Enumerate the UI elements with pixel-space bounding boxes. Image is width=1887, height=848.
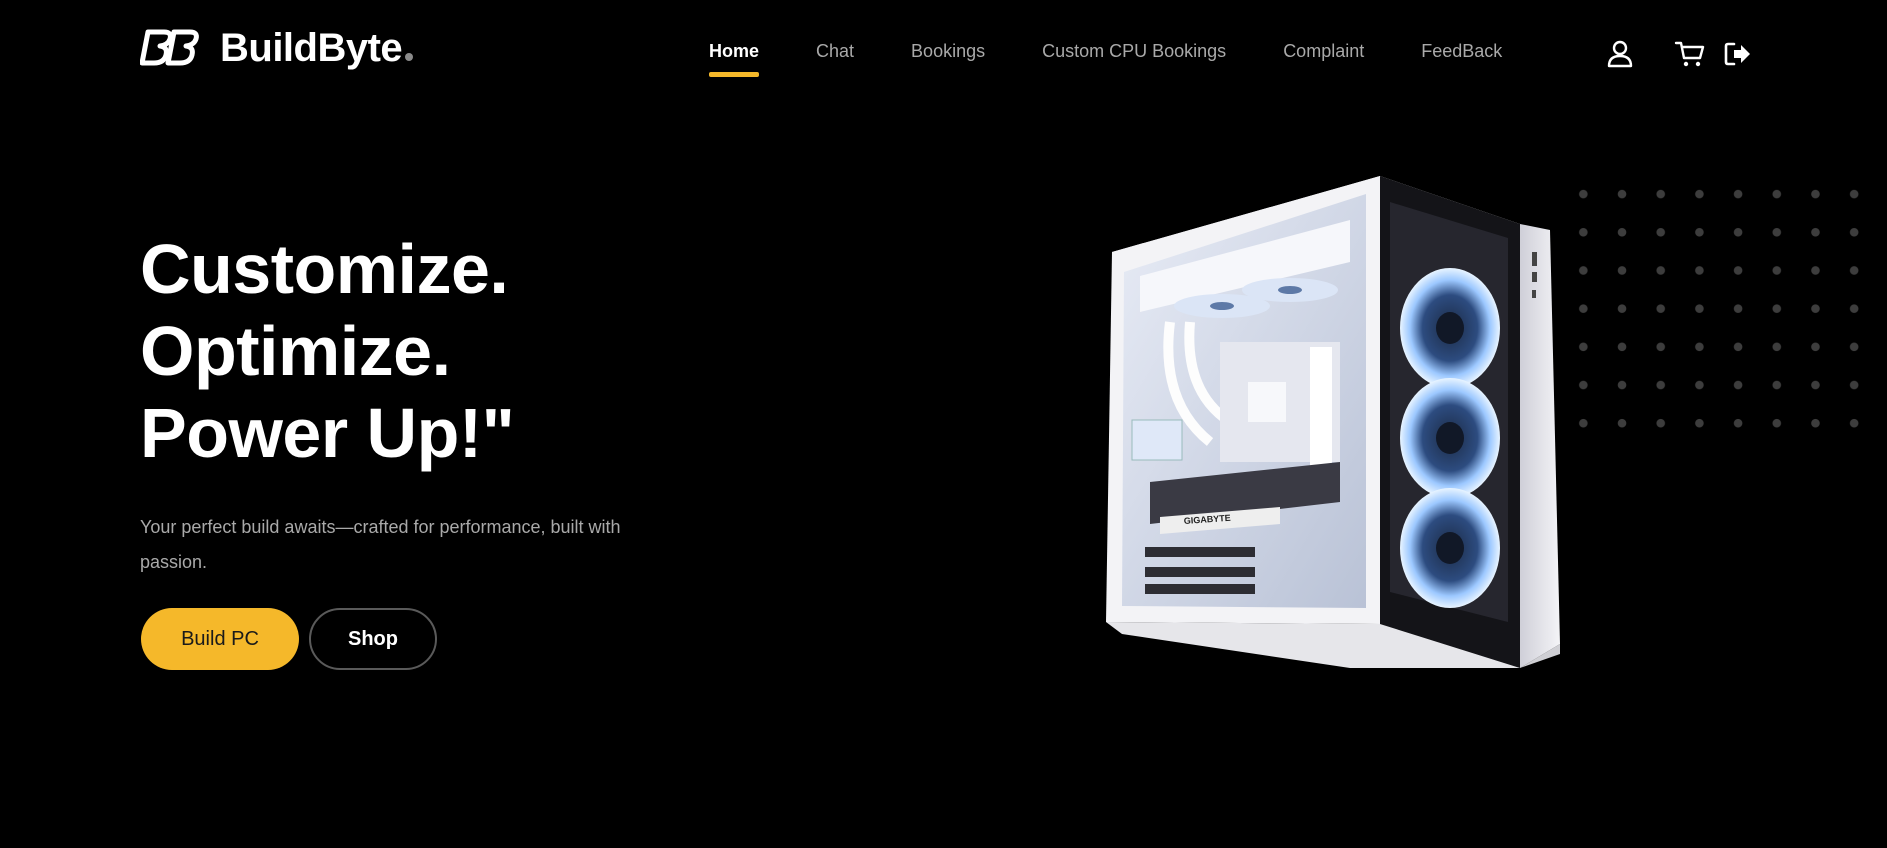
hero-line-3: Power Up!" [140, 394, 515, 472]
shop-button[interactable]: Shop [309, 608, 437, 670]
nav-item-home[interactable]: Home [709, 40, 760, 77]
main-nav: Home Chat Bookings Custom CPU Bookings C… [709, 40, 1559, 77]
hero-line-2: Optimize. [140, 312, 451, 390]
hero-line-1: Customize. [140, 230, 509, 308]
nav-item-complaint[interactable]: Complaint [1283, 40, 1364, 62]
logout-icon[interactable] [1722, 38, 1754, 70]
hero-subtitle: Your perfect build awaits—crafted for pe… [140, 517, 621, 572]
nav-item-chat[interactable]: Chat [816, 40, 854, 62]
hero-title: Customize. Optimize. Power Up!" [140, 228, 515, 474]
page: BuildByte Home Chat Bookings Custom CPU … [0, 0, 1887, 848]
cart-icon[interactable] [1674, 38, 1706, 70]
brand-name: BuildByte [220, 28, 414, 68]
header-actions [1604, 38, 1754, 70]
nav-item-bookings[interactable]: Bookings [911, 40, 985, 62]
dot-pattern [1564, 175, 1887, 455]
nav-item-custom-cpu-bookings[interactable]: Custom CPU Bookings [1042, 40, 1226, 62]
brand-dot [405, 53, 414, 61]
logo-mark-icon [140, 29, 199, 66]
brand-logo[interactable]: BuildByte [140, 28, 414, 68]
pc-case-image: GIGABYTE [1106, 176, 1560, 668]
nav-item-feedback[interactable]: FeedBack [1421, 40, 1502, 62]
user-icon[interactable] [1604, 38, 1636, 70]
build-pc-button[interactable]: Build PC [141, 608, 299, 670]
